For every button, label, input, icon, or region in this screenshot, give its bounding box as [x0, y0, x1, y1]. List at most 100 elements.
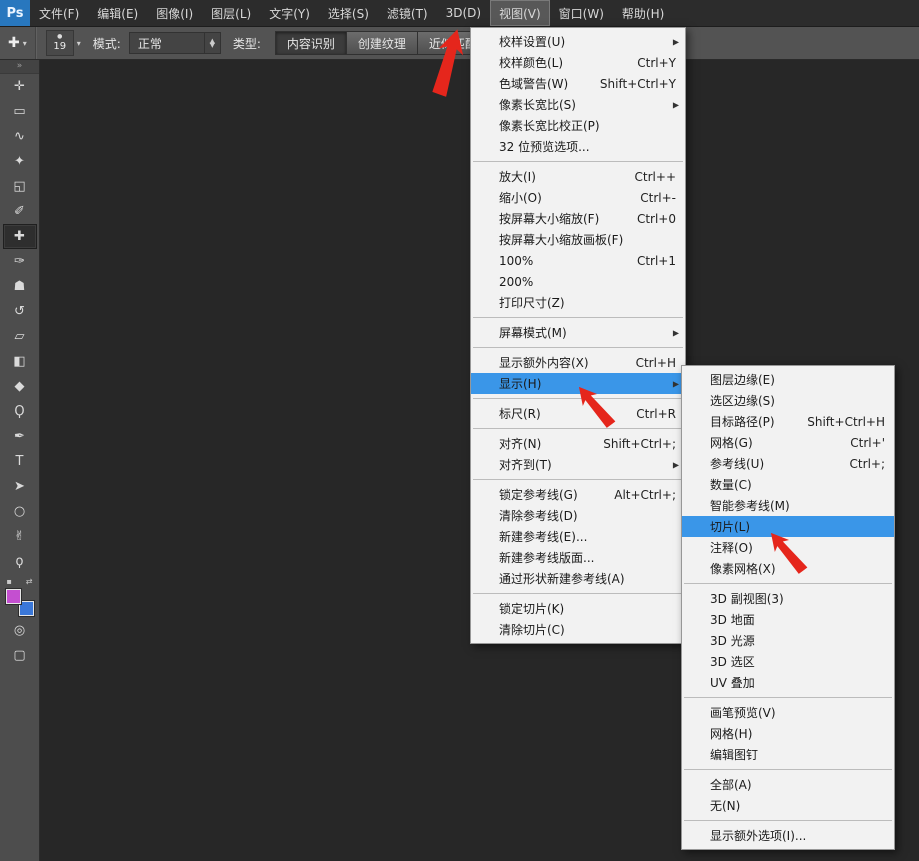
panel-collapse-icon[interactable]: »: [0, 60, 39, 74]
submenu-arrow-icon: ▶: [673, 328, 679, 337]
rectangular-marquee-tool[interactable]: ▭: [3, 99, 37, 124]
ellipse-tool[interactable]: ○: [3, 499, 37, 524]
history-brush-tool[interactable]: ↺: [3, 299, 37, 324]
show-submenu-item[interactable]: 3D 光源: [682, 630, 894, 651]
menubar-item[interactable]: 帮助(H): [613, 0, 673, 26]
view-menu-item[interactable]: 清除切片(C): [471, 619, 685, 640]
menubar-item[interactable]: 窗口(W): [550, 0, 613, 26]
show-submenu-item[interactable]: 编辑图钉: [682, 744, 894, 765]
view-menu-item[interactable]: 新建参考线版面...: [471, 547, 685, 568]
hand-tool[interactable]: ✌: [3, 524, 37, 549]
move-tool[interactable]: ✛: [3, 74, 37, 99]
view-menu-item[interactable]: 32 位预览选项...: [471, 136, 685, 157]
background-color-swatch[interactable]: [19, 601, 34, 616]
show-submenu-item[interactable]: 图层边缘(E): [682, 369, 894, 390]
menubar-item[interactable]: 文件(F): [30, 0, 88, 26]
show-submenu-item[interactable]: 参考线(U)Ctrl+;: [682, 453, 894, 474]
show-submenu-item[interactable]: 网格(H): [682, 723, 894, 744]
pen-tool[interactable]: ✒: [3, 424, 37, 449]
type-button[interactable]: 创建纹理: [346, 31, 418, 55]
quick-selection-tool[interactable]: ✦: [3, 149, 37, 174]
view-menu-item-label: 显示额外内容(X): [499, 354, 589, 371]
view-menu-item[interactable]: 校样颜色(L)Ctrl+Y: [471, 52, 685, 73]
foreground-color-swatch[interactable]: [6, 589, 21, 604]
spot-healing-brush-tool[interactable]: ✚: [3, 224, 37, 249]
view-menu-item[interactable]: 屏幕模式(M)▶: [471, 322, 685, 343]
quick-mask-tool[interactable]: ◎: [3, 618, 37, 643]
mode-dropdown[interactable]: 正常 ▲▼: [129, 32, 221, 54]
spot-healing-brush-icon: ✚: [8, 35, 20, 51]
view-menu-item[interactable]: 打印尺寸(Z): [471, 292, 685, 313]
tools-panel: » ✛▭∿✦◱✐✚✑☗↺▱◧◆ Ϙ ✒T➤○✌ϙ ▪ ⇄ ◎▢: [0, 60, 40, 861]
menubar-item[interactable]: 视图(V): [490, 0, 550, 26]
view-menu-item[interactable]: 通过形状新建参考线(A): [471, 568, 685, 589]
view-menu-item[interactable]: 像素长宽比校正(P): [471, 115, 685, 136]
dodge-tool[interactable]: Ϙ: [3, 399, 37, 424]
type-button[interactable]: 内容识别: [275, 31, 347, 55]
view-menu-item[interactable]: 新建参考线(E)...: [471, 526, 685, 547]
view-menu-item[interactable]: 清除参考线(D): [471, 505, 685, 526]
view-menu-item[interactable]: 200%: [471, 271, 685, 292]
view-menu-item[interactable]: 像素长宽比(S)▶: [471, 94, 685, 115]
menubar-item[interactable]: 图像(I): [147, 0, 202, 26]
menubar-item[interactable]: 3D(D): [437, 0, 490, 26]
view-menu-item[interactable]: 100%Ctrl+1: [471, 250, 685, 271]
zoom-tool[interactable]: ϙ: [3, 549, 37, 574]
view-menu-item[interactable]: 缩小(O)Ctrl+-: [471, 187, 685, 208]
show-submenu-item[interactable]: 目标路径(P)Shift+Ctrl+H: [682, 411, 894, 432]
type-label: 类型:: [233, 35, 261, 52]
show-submenu-item[interactable]: UV 叠加: [682, 672, 894, 693]
lasso-tool[interactable]: ∿: [3, 124, 37, 149]
clone-stamp-tool[interactable]: ☗: [3, 274, 37, 299]
show-submenu-item[interactable]: 选区边缘(S): [682, 390, 894, 411]
view-menu-item[interactable]: 按屏幕大小缩放(F)Ctrl+0: [471, 208, 685, 229]
show-submenu-item-label: UV 叠加: [710, 674, 755, 691]
shortcut-label: Ctrl++: [619, 170, 676, 184]
brush-tool[interactable]: ✑: [3, 249, 37, 274]
show-submenu-item[interactable]: 3D 副视图(3): [682, 588, 894, 609]
eraser-tool[interactable]: ▱: [3, 324, 37, 349]
color-swatches: [6, 589, 34, 616]
view-menu-item[interactable]: 锁定参考线(G)Alt+Ctrl+;: [471, 484, 685, 505]
show-submenu-item[interactable]: 无(N): [682, 795, 894, 816]
path-selection-tool[interactable]: ➤: [3, 474, 37, 499]
gradient-tool[interactable]: ◧: [3, 349, 37, 374]
show-submenu-item[interactable]: 全部(A): [682, 774, 894, 795]
blur-tool[interactable]: ◆: [3, 374, 37, 399]
view-menu-item[interactable]: 对齐(N)Shift+Ctrl+;: [471, 433, 685, 454]
type-tool[interactable]: T: [3, 449, 37, 474]
screen-mode-tool[interactable]: ▢: [3, 643, 37, 668]
view-menu-item[interactable]: 显示额外内容(X)Ctrl+H: [471, 352, 685, 373]
show-submenu-item[interactable]: 画笔预览(V): [682, 702, 894, 723]
swap-colors-icon[interactable]: ⇄: [26, 577, 33, 586]
show-submenu-item[interactable]: 3D 选区: [682, 651, 894, 672]
show-submenu-item[interactable]: 3D 地面: [682, 609, 894, 630]
view-menu-item-label: 像素长宽比(S): [499, 96, 576, 113]
show-submenu-item[interactable]: 数量(C): [682, 474, 894, 495]
menubar-item[interactable]: 编辑(E): [88, 0, 147, 26]
eyedropper-tool[interactable]: ✐: [3, 199, 37, 224]
view-menu-item[interactable]: 色域警告(W)Shift+Ctrl+Y: [471, 73, 685, 94]
menubar-item[interactable]: 选择(S): [319, 0, 378, 26]
spinner-arrows-icon[interactable]: ▲▼: [204, 33, 220, 53]
menubar-item[interactable]: 文字(Y): [260, 0, 319, 26]
default-colors-icon[interactable]: ▪: [7, 577, 12, 586]
tool-preset-picker[interactable]: ✚ ▾: [0, 27, 36, 59]
view-menu-item[interactable]: 放大(I)Ctrl++: [471, 166, 685, 187]
show-submenu-item[interactable]: 智能参考线(M): [682, 495, 894, 516]
shortcut-label: Shift+Ctrl+H: [791, 415, 885, 429]
brush-size-picker[interactable]: ● 19 ▾: [46, 30, 81, 56]
view-menu-item-label: 锁定切片(K): [499, 600, 564, 617]
view-menu-item[interactable]: 对齐到(T)▶: [471, 454, 685, 475]
dodge-tool-icon: Ϙ: [14, 404, 24, 419]
show-submenu-item[interactable]: 网格(G)Ctrl+': [682, 432, 894, 453]
view-menu-item[interactable]: 校样设置(U)▶: [471, 31, 685, 52]
view-menu-item[interactable]: 锁定切片(K): [471, 598, 685, 619]
crop-tool[interactable]: ◱: [3, 174, 37, 199]
show-submenu-item[interactable]: 显示额外选项(I)...: [682, 825, 894, 846]
view-menu-item-label: 新建参考线版面...: [499, 549, 594, 566]
menubar-item[interactable]: 滤镜(T): [378, 0, 437, 26]
view-menu-item[interactable]: 按屏幕大小缩放画板(F): [471, 229, 685, 250]
chevron-down-icon: ▾: [77, 39, 81, 48]
menubar-item[interactable]: 图层(L): [202, 0, 260, 26]
